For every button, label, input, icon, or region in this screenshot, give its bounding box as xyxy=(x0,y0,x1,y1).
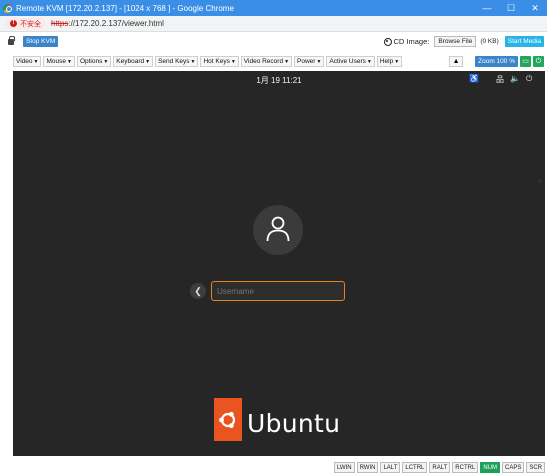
volume-icon[interactable]: 🔈 xyxy=(510,74,520,83)
stop-kvm-button[interactable]: Stop KVM xyxy=(23,36,59,47)
menu-bar: Video▼ Mouse▼ Options▼ Keyboard▼ Send Ke… xyxy=(0,52,547,70)
window-title: Remote KVM [172.20.2.137] - [1024 x 768 … xyxy=(16,3,234,13)
network-icon[interactable]: 品 xyxy=(496,74,504,85)
caret-down-icon: ▼ xyxy=(66,58,72,65)
menu-label: Keyboard xyxy=(116,57,145,65)
key-rwin[interactable]: RWIN xyxy=(356,461,379,473)
menu-video[interactable]: Video▼ xyxy=(13,55,42,67)
scroll-arrow-icon[interactable]: ▸ xyxy=(539,176,543,185)
menu-help[interactable]: Help▼ xyxy=(376,55,403,67)
url-rest: ://172.20.2.137/viewer.html xyxy=(68,19,164,28)
menu-label: Options xyxy=(79,57,103,65)
menu-hot-keys[interactable]: Hot Keys▼ xyxy=(200,55,239,67)
right-tools: ▲ Zoom 100 % ▭ ⏻ xyxy=(449,55,544,67)
menu-active-users[interactable]: Active Users▼ xyxy=(326,55,375,67)
menu-keyboard[interactable]: Keyboard▼ xyxy=(113,55,154,67)
file-size: (0 KB) xyxy=(480,38,499,45)
menu-label: Power xyxy=(297,57,316,65)
cd-icon xyxy=(383,37,392,46)
caret-down-icon: ▼ xyxy=(366,58,372,65)
ubuntu-wordmark: Ubuntu xyxy=(247,409,341,438)
menu-power[interactable]: Power▼ xyxy=(294,55,325,67)
ubuntu-logo-icon xyxy=(214,398,242,441)
cd-image-label: CD Image: xyxy=(393,37,430,46)
menu-label: Video Record xyxy=(243,57,284,65)
lock-icon xyxy=(8,35,15,45)
caret-down-icon: ▼ xyxy=(145,58,151,65)
warning-button[interactable]: ▲ xyxy=(449,55,464,67)
key-scr[interactable]: SCR xyxy=(526,461,545,473)
menu-send-keys[interactable]: Send Keys▼ xyxy=(155,55,199,67)
key-caps[interactable]: CAPS xyxy=(501,461,525,473)
start-media-button[interactable]: Start Media xyxy=(504,36,544,47)
window-title-bar: Remote KVM [172.20.2.137] - [1024 x 768 … xyxy=(0,0,547,16)
url-text[interactable]: https://172.20.2.137/viewer.html xyxy=(51,19,164,28)
browse-file-button[interactable]: Browse File xyxy=(434,36,477,47)
menu-mouse[interactable]: Mouse▼ xyxy=(43,55,75,67)
maximize-button[interactable]: ☐ xyxy=(499,0,523,16)
back-button[interactable]: ❮ xyxy=(190,283,206,299)
caret-down-icon: ▼ xyxy=(316,58,322,65)
accessibility-icon[interactable]: ♿ xyxy=(469,74,479,83)
chat-icon[interactable]: ▭ xyxy=(520,55,531,67)
username-input[interactable] xyxy=(211,281,345,301)
key-rctrl[interactable]: RCTRL xyxy=(452,461,479,473)
keyboard-status-bar: LWIN RWIN LALT LCTRL RALT RCTRL NUM CAPS… xyxy=(0,460,547,474)
remote-screen[interactable]: 1月 19 11:21 ♿ 品 🔈 ⏻ ❮ Ubuntu xyxy=(13,71,545,456)
close-button[interactable]: ✕ xyxy=(523,0,547,16)
clock: 1月 19 11:21 xyxy=(256,76,302,85)
person-icon xyxy=(266,216,290,242)
menu-video-record[interactable]: Video Record▼ xyxy=(240,55,293,67)
menu-label: Active Users xyxy=(329,57,366,65)
menu-options[interactable]: Options▼ xyxy=(76,55,112,67)
key-num[interactable]: NUM xyxy=(480,461,500,473)
menu-label: Mouse xyxy=(46,57,66,65)
key-ralt[interactable]: RALT xyxy=(429,461,451,473)
key-lctrl[interactable]: LCTRL xyxy=(402,461,428,473)
url-scheme: https xyxy=(51,19,69,28)
security-label: 不安全 xyxy=(20,20,41,28)
system-power-icon[interactable]: ⏻ xyxy=(526,74,532,84)
cd-image-group: CD Image: Browse File (0 KB) Start Media xyxy=(383,36,547,47)
caret-down-icon: ▼ xyxy=(230,58,236,65)
kvm-header: Stop KVM CD Image: Browse File (0 KB) St… xyxy=(0,33,547,50)
warning-icon: ! xyxy=(10,20,17,27)
menu-label: Video xyxy=(16,57,33,65)
caret-down-icon: ▼ xyxy=(284,58,290,65)
security-indicator[interactable]: ! 不安全 xyxy=(6,18,45,29)
menu-label: Help xyxy=(379,57,394,65)
menu-label: Hot Keys xyxy=(203,57,230,65)
power-icon[interactable]: ⏻ xyxy=(533,55,544,67)
address-bar[interactable]: ! 不安全 https://172.20.2.137/viewer.html xyxy=(0,16,547,32)
key-lwin[interactable]: LWIN xyxy=(334,461,355,473)
circle-of-friends-icon xyxy=(219,411,236,429)
minimize-button[interactable]: — xyxy=(475,0,499,16)
caret-down-icon: ▼ xyxy=(190,58,196,65)
zoom-button[interactable]: Zoom 100 % xyxy=(475,55,518,67)
chrome-icon xyxy=(3,3,12,13)
key-lalt[interactable]: LALT xyxy=(380,461,401,473)
caret-down-icon: ▼ xyxy=(394,58,400,65)
caret-down-icon: ▼ xyxy=(103,58,109,65)
user-avatar-icon xyxy=(253,205,303,255)
menu-label: Send Keys xyxy=(158,57,190,65)
caret-down-icon: ▼ xyxy=(33,58,39,65)
